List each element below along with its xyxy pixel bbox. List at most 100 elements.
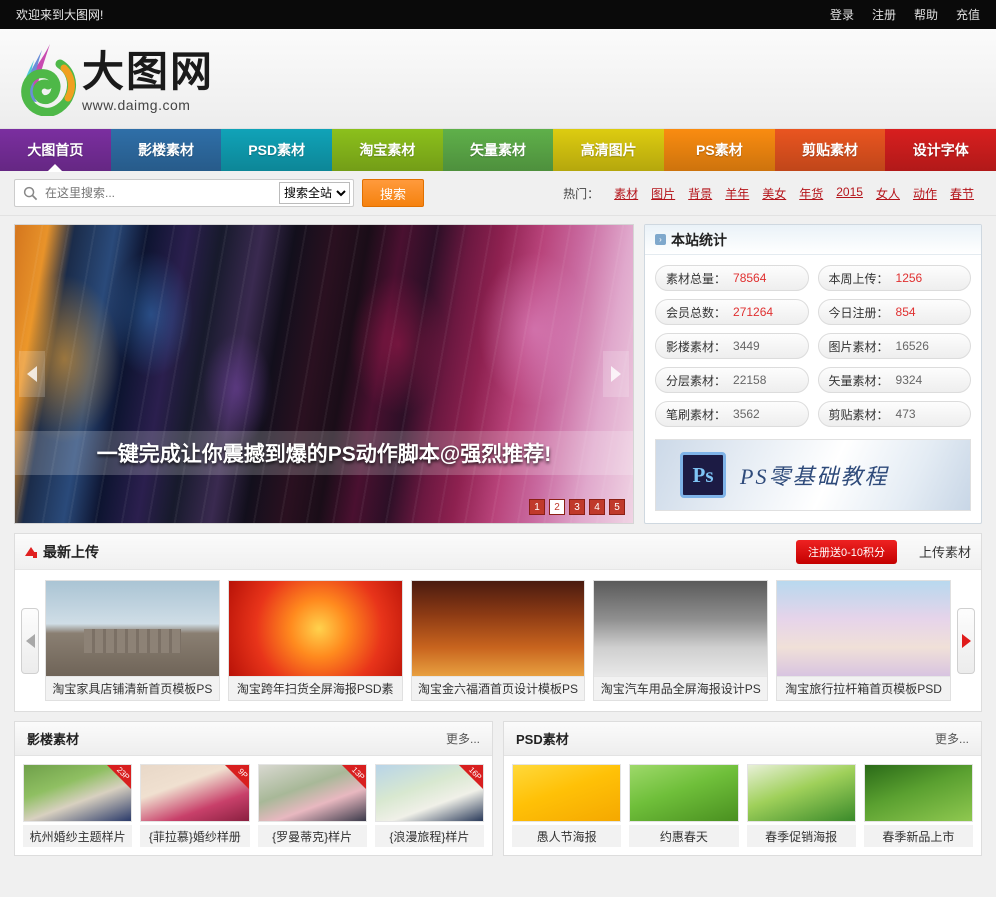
hot-keyword-7[interactable]: 女人 bbox=[876, 185, 900, 202]
hot-keyword-0[interactable]: 素材 bbox=[614, 185, 638, 202]
panel-item-image: 16P bbox=[375, 764, 484, 822]
ps-tutorial-banner[interactable]: Ps PS零基础教程 bbox=[655, 439, 971, 511]
arrow-up-stem-icon bbox=[33, 552, 37, 558]
stat-label: 本周上传： bbox=[829, 270, 889, 287]
panel-item-caption: {罗曼蒂克}样片 bbox=[258, 825, 367, 847]
panel-item-3[interactable]: 春季新品上市 bbox=[864, 764, 973, 847]
stat-cell-9: 剪贴素材： 473 bbox=[818, 401, 972, 427]
latest-item-2[interactable]: 淘宝金六福酒首页设计模板PS bbox=[411, 580, 586, 701]
slider-image bbox=[15, 225, 633, 523]
page-count-badge: 9P bbox=[215, 765, 249, 799]
stat-value: 78564 bbox=[733, 271, 766, 285]
nav-item-1[interactable]: 影楼素材 bbox=[111, 129, 222, 171]
nav-item-0[interactable]: 大图首页 bbox=[0, 129, 111, 171]
panel-item-1[interactable]: 9P{菲拉慕}婚纱样册 bbox=[140, 764, 249, 847]
slider-prev-arrow[interactable] bbox=[19, 351, 45, 397]
search-input[interactable] bbox=[45, 181, 279, 205]
panel-item-0[interactable]: 23P 杭州婚纱主题样片 bbox=[23, 764, 132, 847]
stat-label: 会员总数： bbox=[666, 304, 726, 321]
carousel-prev-button[interactable] bbox=[21, 608, 39, 674]
hot-keyword-3[interactable]: 羊年 bbox=[725, 185, 749, 202]
panel-body: 愚人节海报约惠春天春季促销海报春季新品上市 bbox=[504, 756, 981, 855]
page-count-label: 16P bbox=[467, 765, 483, 781]
site-logo[interactable]: 大图网 www.daimg.com bbox=[20, 42, 214, 116]
topbar-link-1[interactable]: 注册 bbox=[872, 6, 896, 23]
nav-item-2[interactable]: PSD素材 bbox=[221, 129, 332, 171]
latest-item-3[interactable]: 淘宝汽车用品全屏海报设计PS bbox=[593, 580, 768, 701]
stat-cell-1: 本周上传：1256 bbox=[818, 265, 972, 291]
site-header: 大图网 www.daimg.com bbox=[0, 29, 996, 129]
stat-cell-7: 矢量素材：9324 bbox=[818, 367, 972, 393]
hot-keyword-2[interactable]: 背景 bbox=[688, 185, 712, 202]
topbar-link-3[interactable]: 充值 bbox=[956, 6, 980, 23]
panel-item-2[interactable]: 13P{罗曼蒂克}样片 bbox=[258, 764, 367, 847]
page-count-label: 9P bbox=[236, 767, 249, 780]
slider-dot-1[interactable]: 1 bbox=[529, 499, 545, 515]
bottom-panels-row: 影楼素材更多...23P杭州婚纱主题样片9P{菲拉慕}婚纱样册13P{罗曼蒂克}… bbox=[14, 721, 982, 856]
carousel-next-button[interactable] bbox=[957, 608, 975, 674]
stat-cell-5: 图片素材：16526 bbox=[818, 333, 972, 359]
hero-slider[interactable]: 一键完成让你震撼到爆的PS动作脚本@强烈推荐! 12345 bbox=[14, 224, 634, 524]
photoshop-icon: Ps bbox=[680, 452, 726, 498]
search-button[interactable]: 搜索 bbox=[362, 179, 424, 207]
search-scope-select[interactable]: 搜索全站 bbox=[279, 182, 350, 204]
hot-keyword-5[interactable]: 年货 bbox=[799, 185, 823, 202]
nav-item-4[interactable]: 矢量素材 bbox=[443, 129, 554, 171]
nav-item-8[interactable]: 设计字体 bbox=[885, 129, 996, 171]
hot-keyword-8[interactable]: 动作 bbox=[913, 185, 937, 202]
nav-item-7[interactable]: 剪贴素材 bbox=[775, 129, 886, 171]
panel-item-3[interactable]: 16P{浪漫旅程}样片 bbox=[375, 764, 484, 847]
panel-item-1[interactable]: 约惠春天 bbox=[629, 764, 738, 847]
nav-item-5[interactable]: 高清图片 bbox=[553, 129, 664, 171]
latest-uploads-carousel: 淘宝家具店铺清新首页模板PS淘宝跨年扫货全屏海报PSD素淘宝金六福酒首页设计模板… bbox=[15, 570, 981, 711]
panel-item-image: 23P bbox=[23, 764, 132, 822]
hot-keyword-9[interactable]: 春节 bbox=[950, 185, 974, 202]
latest-item-4[interactable]: 淘宝旅行拉杆箱首页模板PSD bbox=[776, 580, 951, 701]
panel-0: 影楼素材更多...23P杭州婚纱主题样片9P{菲拉慕}婚纱样册13P{罗曼蒂克}… bbox=[14, 721, 493, 856]
thumbnail-track: 淘宝家具店铺清新首页模板PS淘宝跨年扫货全屏海报PSD素淘宝金六福酒首页设计模板… bbox=[45, 580, 951, 701]
panel-item-caption: 杭州婚纱主题样片 bbox=[23, 825, 132, 847]
panel-title: PSD素材 bbox=[516, 729, 935, 748]
slider-dot-4[interactable]: 4 bbox=[589, 499, 605, 515]
hot-keyword-1[interactable]: 图片 bbox=[651, 185, 675, 202]
stat-value: 22158 bbox=[733, 373, 766, 387]
slider-next-arrow[interactable] bbox=[603, 351, 629, 397]
panel-more-link[interactable]: 更多... bbox=[935, 730, 969, 747]
panel-item-caption: 愚人节海报 bbox=[512, 825, 621, 847]
statistics-title: 本站统计 bbox=[671, 230, 727, 250]
topbar-link-0[interactable]: 登录 bbox=[830, 6, 854, 23]
hot-keyword-6[interactable]: 2015 bbox=[836, 185, 863, 202]
panel-item-0[interactable]: 愚人节海报 bbox=[512, 764, 621, 847]
panel-more-link[interactable]: 更多... bbox=[446, 730, 480, 747]
topbar-link-2[interactable]: 帮助 bbox=[914, 6, 938, 23]
welcome-text: 欢迎来到大图网! bbox=[16, 6, 830, 23]
panel-item-image bbox=[864, 764, 973, 822]
register-bonus-badge[interactable]: 注册送0-10积分 bbox=[796, 540, 897, 564]
nav-item-3[interactable]: 淘宝素材 bbox=[332, 129, 443, 171]
page-count-badge: 16P bbox=[449, 765, 483, 799]
panel-item-2[interactable]: 春季促销海报 bbox=[747, 764, 856, 847]
stat-label: 剪贴素材： bbox=[829, 406, 889, 423]
panel-1: PSD素材更多... 愚人节海报约惠春天春季促销海报春季新品上市 bbox=[503, 721, 982, 856]
statistics-header: › 本站统计 bbox=[645, 225, 981, 255]
latest-item-0[interactable]: 淘宝家具店铺清新首页模板PS bbox=[45, 580, 220, 701]
main-navigation: 大图首页影楼素材PSD素材淘宝素材矢量素材高清图片PS素材剪贴素材设计字体 bbox=[0, 129, 996, 171]
latest-item-image bbox=[229, 581, 402, 676]
stat-cell-4: 影楼素材：3449 bbox=[655, 333, 809, 359]
panel-item-image bbox=[629, 764, 738, 822]
slider-dot-2[interactable]: 2 bbox=[549, 499, 565, 515]
stat-label: 笔刷素材： bbox=[666, 406, 726, 423]
search-box[interactable]: 搜索全站 bbox=[14, 179, 354, 207]
logo-url: www.daimg.com bbox=[82, 97, 190, 113]
latest-item-1[interactable]: 淘宝跨年扫货全屏海报PSD素 bbox=[228, 580, 403, 701]
stat-cell-3: 今日注册：854 bbox=[818, 299, 972, 325]
hot-keyword-4[interactable]: 美女 bbox=[762, 185, 786, 202]
slider-dot-3[interactable]: 3 bbox=[569, 499, 585, 515]
upload-material-link[interactable]: 上传素材 bbox=[919, 542, 971, 561]
nav-item-6[interactable]: PS素材 bbox=[664, 129, 775, 171]
latest-item-image bbox=[412, 581, 585, 676]
page-count-label: 23P bbox=[115, 765, 131, 781]
stat-value: 473 bbox=[896, 407, 916, 421]
stat-label: 今日注册： bbox=[829, 304, 889, 321]
slider-dot-5[interactable]: 5 bbox=[609, 499, 625, 515]
